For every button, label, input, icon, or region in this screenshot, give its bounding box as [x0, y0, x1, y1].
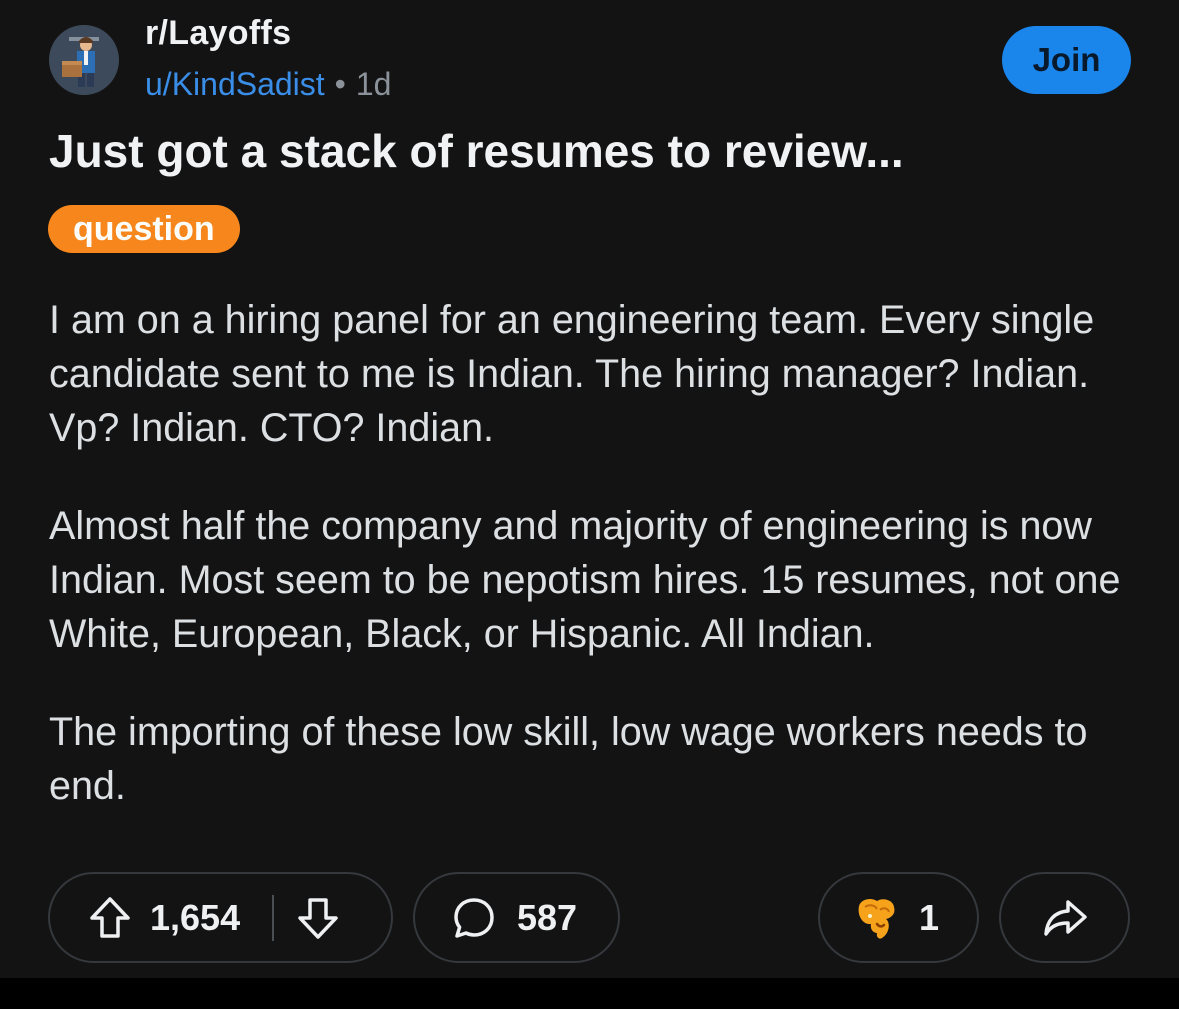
body-paragraph: The importing of these low skill, low wa… [49, 710, 1088, 808]
upvote-arrow-icon[interactable] [88, 895, 132, 941]
body-paragraph: I am on a hiring panel for an engineerin… [49, 298, 1095, 450]
award-button[interactable]: 1 [818, 872, 979, 963]
community-avatar[interactable] [49, 25, 119, 95]
meta-separator: • [334, 66, 346, 102]
flair-badge[interactable]: question [48, 205, 240, 253]
share-button[interactable] [999, 872, 1130, 963]
award-count: 1 [919, 896, 940, 938]
bottom-strip [0, 978, 1179, 1009]
vote-divider [272, 894, 275, 941]
author-username[interactable]: u/KindSadist [145, 66, 325, 102]
post-body: I am on a hiring panel for an engineerin… [49, 293, 1149, 857]
comments-button[interactable]: 587 [413, 872, 620, 963]
community-name[interactable]: r/Layoffs [145, 14, 291, 53]
comment-count: 587 [517, 896, 578, 938]
avatar-icon [49, 25, 119, 95]
share-arrow-icon [1041, 896, 1089, 940]
downvote-arrow-icon[interactable] [296, 895, 340, 941]
post-title[interactable]: Just got a stack of resumes to review... [49, 124, 904, 178]
body-paragraph: Almost half the company and majority of … [49, 504, 1121, 656]
vote-bar: 1,654 [48, 872, 393, 963]
post-age: 1d [355, 66, 392, 102]
join-button[interactable]: Join [1002, 26, 1131, 94]
post-meta: u/KindSadist • 1d [145, 66, 391, 103]
upvote-count: 1,654 [150, 896, 241, 938]
comment-bubble-icon [451, 895, 497, 941]
post-card: r/Layoffs u/KindSadist • 1d Join Just got … [0, 0, 1179, 978]
award-emoji-icon [853, 894, 903, 942]
